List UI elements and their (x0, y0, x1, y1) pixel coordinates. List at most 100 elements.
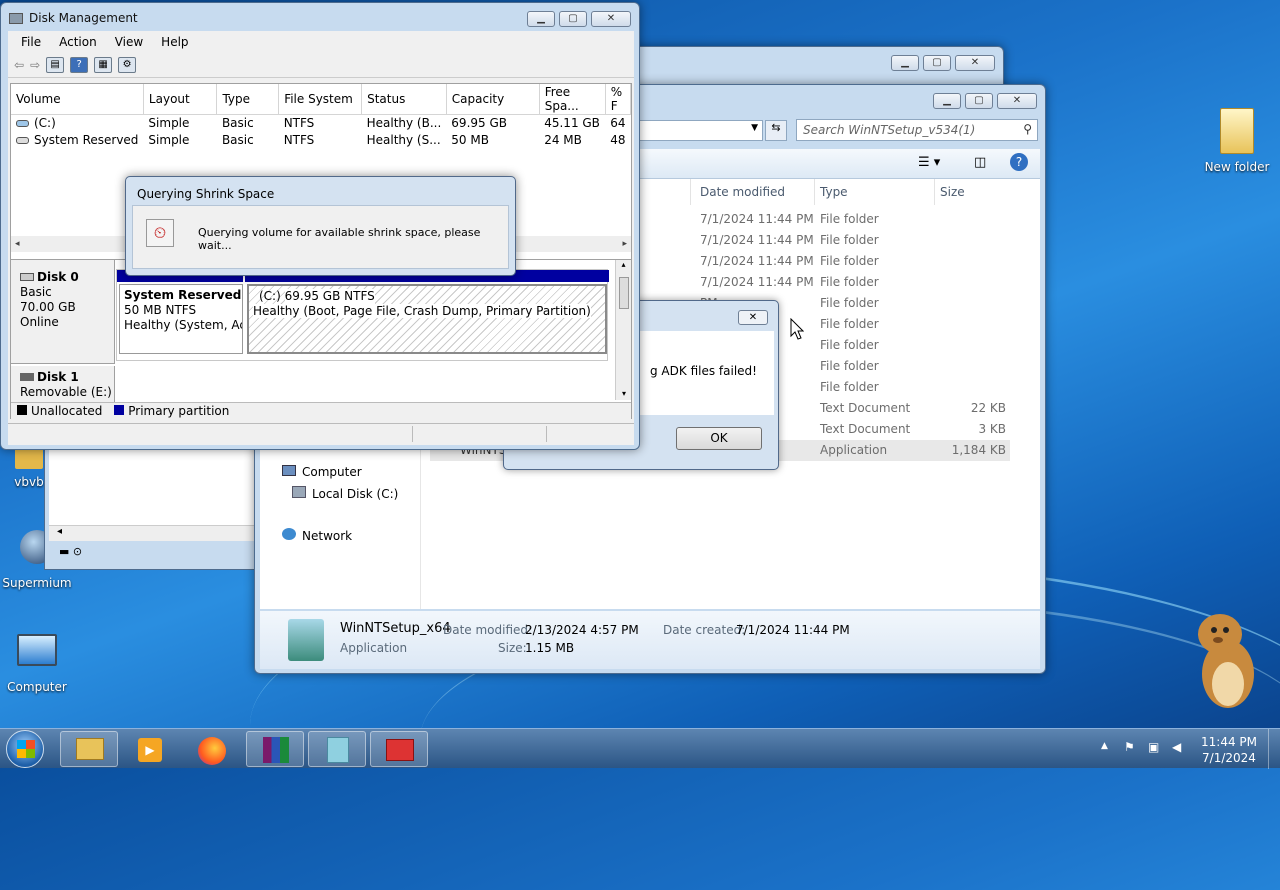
cell-text: Simple (148, 133, 190, 147)
properties-icon[interactable]: ▦ (94, 56, 113, 73)
window-title: Disk Management (29, 11, 138, 25)
details-name: WinNTSetup_x64 (340, 621, 451, 636)
shrink-dialog[interactable]: Querying Shrink Space ⏲ Querying volume … (125, 176, 516, 276)
disk1-info[interactable]: Disk 1 Removable (E:) (11, 366, 115, 402)
folder-icon (76, 738, 104, 760)
table-cell: 48 (605, 132, 630, 149)
search-icon: ⚲ (1023, 122, 1032, 136)
minimize-button[interactable]: ▁ (527, 11, 555, 27)
computer-icon (17, 634, 57, 666)
minimize-button[interactable]: ▁ (891, 55, 919, 71)
list-item-type: Text Document (820, 401, 911, 415)
taskbar-firefox[interactable] (182, 731, 240, 767)
desktop-icon-label: New folder (1204, 160, 1270, 174)
column-header-type[interactable]: Type (820, 185, 848, 199)
application-icon (327, 737, 349, 763)
preview-pane-icon[interactable]: ◫ (974, 155, 986, 170)
column-header[interactable]: % F (605, 84, 631, 115)
disk0-info[interactable]: Disk 0 Basic 70.00 GB Online (11, 260, 115, 364)
taskbar-winntsetup[interactable] (308, 731, 366, 767)
nav-computer-label: Computer (302, 465, 362, 479)
refresh-button[interactable]: ⇆ (765, 120, 787, 141)
taskbar-media-player[interactable]: ▶ (120, 731, 178, 767)
details-created-label: Date created: (663, 623, 746, 637)
action-center-icon[interactable]: ⚑ (1124, 740, 1135, 754)
column-header[interactable]: Type (216, 84, 280, 115)
maximize-button[interactable]: ▢ (559, 11, 587, 27)
menu-action[interactable]: Action (50, 35, 106, 49)
menu-view[interactable]: View (106, 35, 152, 49)
list-item-size: 1,184 KB (951, 443, 1006, 457)
show-desktop-button[interactable] (1268, 729, 1280, 769)
column-header[interactable]: Volume (11, 84, 144, 115)
hamster-gadget[interactable] (1188, 606, 1260, 710)
ok-button[interactable]: OK (676, 427, 762, 450)
column-header[interactable]: Layout (143, 84, 218, 115)
toolbar: ⇦ ⇨ ▤ ? ▦ ⚙ (8, 52, 634, 78)
close-button[interactable]: ✕ (997, 93, 1037, 109)
cell-text: Basic (221, 133, 254, 147)
menu-help[interactable]: Help (152, 35, 197, 49)
close-button[interactable]: ✕ (738, 310, 768, 325)
desktop-icon-computer[interactable]: Computer (2, 634, 72, 694)
column-header[interactable]: Capacity (446, 84, 540, 115)
nav-computer[interactable]: Computer (282, 465, 362, 479)
close-button[interactable]: ✕ (955, 55, 995, 71)
details-pane: WinNTSetup_x64 Application Date modified… (260, 611, 1040, 669)
cell-text: NTFS (283, 133, 315, 147)
partition-c[interactable]: (C:) 69.95 GB NTFS Healthy (Boot, Page F… (247, 284, 607, 354)
maximize-button[interactable]: ▢ (965, 93, 993, 109)
table-cell: Basic (217, 132, 279, 149)
network-icon[interactable]: ▣ (1148, 740, 1159, 754)
hamster-icon (1198, 614, 1254, 708)
desktop-icon-new-folder[interactable]: New folder (1202, 108, 1272, 174)
column-header-date[interactable]: Date modified (700, 185, 785, 199)
close-button[interactable]: ✕ (591, 11, 631, 27)
horizontal-scrollbar[interactable]: ◂ (49, 525, 255, 541)
volume-icon[interactable]: ◀ (1172, 740, 1181, 754)
legend-unallocated: Unallocated (31, 404, 103, 418)
table-row[interactable]: System Reserved Simple Basic NTFS Healthy (S… (11, 132, 631, 149)
vertical-scrollbar[interactable]: ▴ ▾ (615, 260, 631, 400)
forward-icon[interactable]: ⇨ (30, 58, 40, 72)
taskbar-disk-management[interactable] (370, 731, 428, 767)
cell-text: 50 MB (451, 133, 489, 147)
console-tree-icon[interactable]: ▤ (46, 56, 65, 73)
list-item-size: 22 KB (970, 401, 1006, 415)
clock[interactable]: 11:44 PM 7/1/2024 (1198, 734, 1260, 766)
search-input[interactable]: Search WinNTSetup_v534(1) ⚲ (796, 119, 1038, 141)
column-header[interactable]: Status (361, 84, 447, 115)
back-icon[interactable]: ⇦ (14, 58, 24, 72)
explorer-window-left[interactable]: ◂ ▬ ⊙ (44, 440, 258, 570)
taskbar-explorer[interactable] (60, 731, 118, 767)
view-options-icon[interactable]: ☰ ▾ (918, 155, 940, 170)
taskbar-winrar[interactable] (246, 731, 304, 767)
help-icon[interactable]: ? (70, 56, 89, 73)
column-header-size[interactable]: Size (940, 185, 965, 199)
cell-text: Healthy (S... (366, 133, 441, 147)
menu-file[interactable]: File (12, 35, 50, 49)
nav-network[interactable]: Network (282, 528, 352, 543)
drive-icon: ▬ ⊙ (59, 545, 83, 558)
minimize-button[interactable]: ▁ (933, 93, 961, 109)
legend-primary: Primary partition (128, 404, 230, 418)
start-button[interactable] (6, 730, 44, 768)
partition-name: System Reserved (124, 288, 242, 302)
partition-system-reserved[interactable]: System Reserved 50 MB NTFS Healthy (Syst… (119, 284, 243, 354)
table-row[interactable]: (C:) Simple Basic NTFS Healthy (B... 69.95 GB… (11, 115, 631, 132)
network-icon (282, 528, 296, 540)
nav-local-disk[interactable]: Local Disk (C:) (292, 486, 398, 501)
column-header[interactable]: Free Spa... (539, 84, 606, 115)
search-placeholder: Search WinNTSetup_v534(1) (803, 123, 976, 137)
nav-local-disk-label: Local Disk (C:) (312, 487, 399, 501)
address-bar[interactable]: ▼ (635, 120, 763, 141)
help-icon[interactable]: ? (1010, 153, 1028, 171)
settings-icon[interactable]: ⚙ (118, 56, 137, 73)
tray-expand-icon[interactable]: ▲ (1101, 741, 1108, 751)
column-header[interactable]: File System (278, 84, 363, 115)
chevron-down-icon[interactable]: ▼ (751, 123, 758, 133)
maximize-button[interactable]: ▢ (923, 55, 951, 71)
clock-date: 7/1/2024 (1202, 751, 1256, 765)
dialog-message: Querying volume for available shrink spa… (198, 226, 481, 252)
list-item-date: 7/1/2024 11:44 PM (700, 254, 814, 268)
